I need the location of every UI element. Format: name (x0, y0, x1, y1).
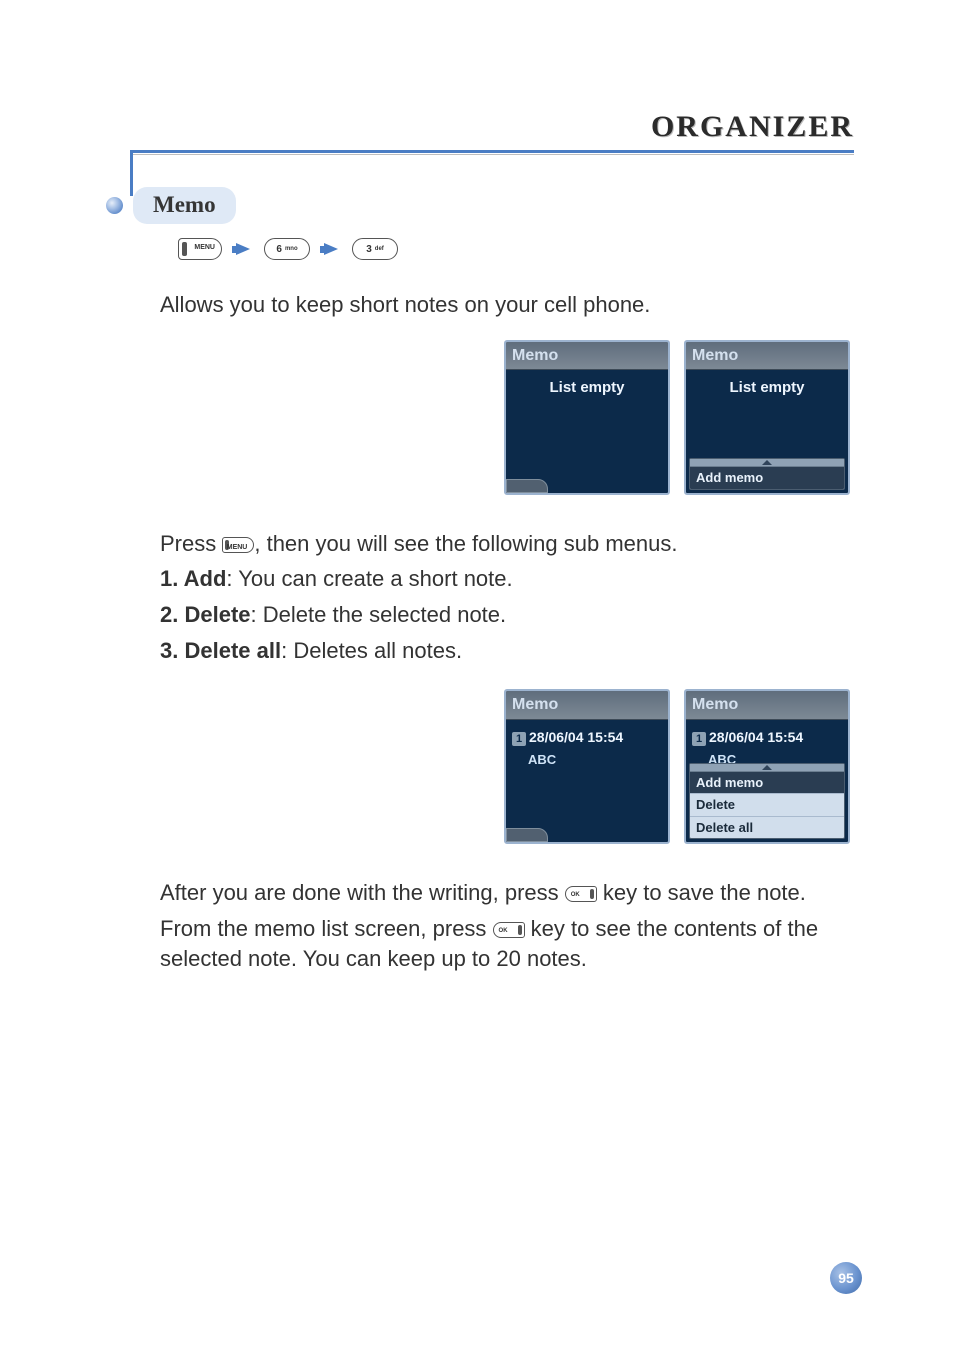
ok-softkey-icon: OK (493, 922, 525, 938)
screenshot-row-2: Memo 128/06/04 15:54 ABC Memo 128/06/04 … (160, 689, 854, 844)
screenshot-row-1: Memo List empty Memo List empty Add memo (160, 340, 854, 495)
menu-softkey-icon: MENU (222, 537, 254, 553)
intro-text: Allows you to keep short notes on your c… (160, 290, 854, 320)
phone-screenshot: Memo 128/06/04 15:54 ABC Add memo Delete… (684, 689, 850, 844)
phone-screenshot: Memo List empty Add memo (684, 340, 850, 495)
list-empty-text: List empty (690, 378, 844, 398)
key-sequence: MENU 6mno 3def (178, 238, 854, 260)
body-content: Allows you to keep short notes on your c… (160, 290, 854, 974)
phone-screenshot: Memo List empty (504, 340, 670, 495)
list-empty-text: List empty (510, 378, 664, 398)
softkey-indicator-icon (506, 828, 548, 842)
keypad-3-icon: 3def (352, 238, 398, 260)
popup-item: Delete all (690, 816, 844, 839)
submenu-item: 3. Delete all: Deletes all notes. (160, 636, 854, 666)
screenshot-title: Memo (686, 342, 848, 371)
screenshot-title: Memo (506, 691, 668, 720)
softkey-indicator-icon (506, 479, 548, 493)
context-popup: Add memo (689, 458, 845, 490)
arrow-right-icon (236, 243, 250, 255)
arrow-right-icon (324, 243, 338, 255)
section-bullet-icon (106, 197, 123, 214)
section-title: Memo (133, 187, 236, 224)
submenu-item: 2. Delete: Delete the selected note. (160, 600, 854, 630)
memo-entry: 128/06/04 15:54 (690, 726, 844, 749)
keypad-6-icon: 6mno (264, 238, 310, 260)
chapter-title: ORGANIZER (100, 110, 854, 144)
header-rule (130, 150, 854, 155)
screenshot-title: Memo (686, 691, 848, 720)
screenshot-title: Memo (506, 342, 668, 371)
menu-softkey-icon: MENU (178, 238, 222, 260)
phone-screenshot: Memo 128/06/04 15:54 ABC (504, 689, 670, 844)
popup-item: Delete (690, 793, 844, 816)
ok-softkey-icon: OK (565, 886, 597, 902)
popup-item: Add memo (690, 772, 844, 794)
after-paragraph-2: From the memo list screen, press OK key … (160, 914, 854, 973)
context-popup: Add memo Delete Delete all (689, 763, 845, 840)
manual-page: ORGANIZER Memo MENU 6mno 3def Allows you… (0, 0, 954, 1350)
submenu-item: 1. Add: You can create a short note. (160, 564, 854, 594)
popup-item: Add memo (690, 467, 844, 489)
memo-entry-sub: ABC (528, 751, 664, 769)
after-paragraph-1: After you are done with the writing, pre… (160, 878, 854, 908)
section-heading: Memo (106, 187, 854, 224)
memo-entry: 128/06/04 15:54 (510, 726, 664, 749)
page-number: 95 (830, 1262, 862, 1294)
submenu-lead: Press MENU, then you will see the follow… (160, 529, 854, 559)
